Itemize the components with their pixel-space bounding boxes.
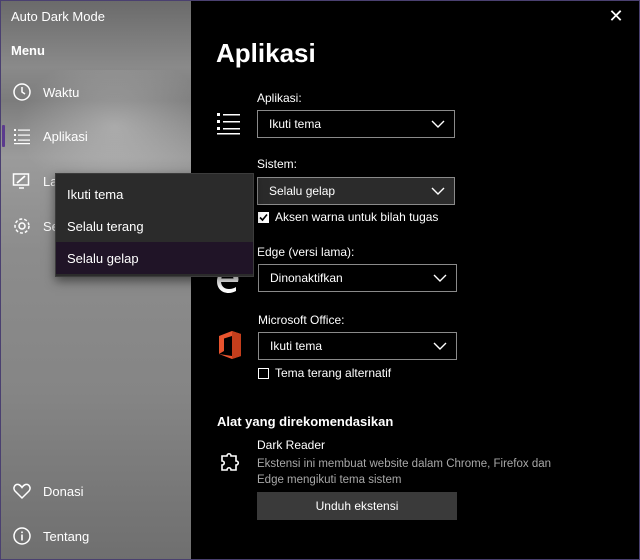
taskbar-accent-checkbox-row[interactable]: Aksen warna untuk bilah tugas	[258, 210, 438, 224]
heart-icon	[12, 481, 32, 501]
app-title: Auto Dark Mode	[11, 9, 105, 24]
sidebar-item-aplikasi[interactable]: Aplikasi	[0, 114, 191, 158]
list-icon	[12, 126, 32, 146]
office-alt-theme-checkbox-row[interactable]: Tema terang alternatif	[258, 366, 391, 380]
gear-icon	[12, 216, 32, 236]
office-alt-theme-label: Tema terang alternatif	[275, 366, 392, 380]
apps-theme-value: Ikuti tema	[269, 117, 322, 131]
dropdown-option-always-dark[interactable]: Selalu gelap	[56, 242, 253, 274]
sidebar-item-label: Waktu	[43, 84, 80, 100]
sidebar-item-label: Aplikasi	[43, 128, 88, 144]
office-theme-select[interactable]: Ikuti tema	[258, 332, 457, 360]
taskbar-accent-checkbox[interactable]	[258, 211, 269, 223]
edge-label: Edge (versi lama):	[257, 245, 355, 259]
sidebar-item-tentang[interactable]: Tentang	[0, 514, 191, 558]
office-theme-value: Ikuti tema	[270, 339, 323, 353]
apps-theme-select[interactable]: Ikuti tema	[257, 110, 455, 138]
close-icon: ✕	[608, 5, 624, 26]
sidebar-item-label: Donasi	[43, 483, 84, 499]
recommended-tools-heading: Alat yang direkomendasikan	[217, 414, 394, 429]
chevron-down-icon	[433, 274, 447, 282]
sidebar-item-label: Tentang	[43, 528, 90, 544]
office-icon	[217, 330, 243, 365]
dark-reader-name: Dark Reader	[257, 438, 326, 452]
desktop-brush-icon	[12, 171, 32, 191]
page-title: Aplikasi	[216, 38, 316, 68]
clock-icon	[12, 82, 32, 102]
apps-label: Aplikasi:	[257, 91, 302, 105]
taskbar-accent-label: Aksen warna untuk bilah tugas	[275, 210, 439, 224]
system-theme-select[interactable]: Selalu gelap	[257, 177, 455, 205]
theme-dropdown-flyout: Ikuti tema Selalu terang Selalu gelap	[55, 173, 254, 277]
dark-reader-description: Ekstensi ini membuat website dalam Chrom…	[257, 458, 552, 486]
chevron-down-icon	[431, 187, 445, 195]
system-theme-value: Selalu gelap	[269, 184, 336, 198]
menu-heading: Menu	[11, 43, 45, 58]
close-button[interactable]: ✕	[606, 6, 626, 26]
sidebar: Auto Dark Mode Menu Waktu Aplikasi La Se…	[0, 0, 191, 560]
sidebar-item-donasi[interactable]: Donasi	[0, 469, 191, 513]
info-icon	[12, 526, 32, 546]
app-window: Auto Dark Mode Menu Waktu Aplikasi La Se…	[0, 0, 640, 560]
dropdown-option-follow-theme[interactable]: Ikuti tema	[56, 178, 253, 210]
download-extension-button[interactable]: Unduh ekstensi	[257, 492, 457, 520]
dropdown-option-always-light[interactable]: Selalu terang	[56, 210, 253, 242]
chevron-down-icon	[431, 120, 445, 128]
sidebar-item-waktu[interactable]: Waktu	[0, 70, 191, 114]
edge-theme-select[interactable]: Dinonaktifkan	[258, 264, 457, 292]
puzzle-icon	[218, 450, 242, 479]
office-label: Microsoft Office:	[258, 313, 345, 327]
edge-theme-value: Dinonaktifkan	[270, 271, 343, 285]
selected-indicator	[2, 125, 5, 147]
office-alt-theme-checkbox[interactable]	[258, 367, 269, 379]
list-icon	[216, 110, 242, 141]
chevron-down-icon	[433, 342, 447, 350]
system-label: Sistem:	[257, 157, 298, 171]
